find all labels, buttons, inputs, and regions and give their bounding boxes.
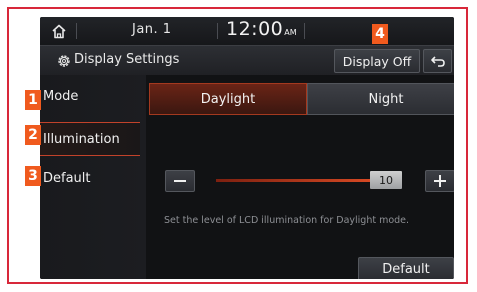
status-separator <box>217 23 218 39</box>
illumination-hint: Set the level of LCD illumination for Da… <box>164 215 410 226</box>
display-screen: Jan. 1 12:00AM Display Settings Display … <box>40 17 454 279</box>
default-button[interactable]: Default <box>358 257 454 279</box>
callout-badge-4: 4 <box>372 24 388 44</box>
menu-item-default[interactable]: Default <box>40 161 140 195</box>
illumination-slider-handle[interactable]: 10 <box>370 171 402 189</box>
minus-icon <box>174 180 186 182</box>
side-menu: Mode Illumination Default <box>40 75 146 279</box>
display-off-button[interactable]: Display Off <box>334 49 420 73</box>
callout-badge-3: 3 <box>25 166 41 186</box>
increase-button[interactable] <box>425 170 454 192</box>
decrease-button[interactable] <box>165 170 195 192</box>
menu-item-mode[interactable]: Mode <box>40 79 140 113</box>
title-bar: Display Settings Display Off <box>40 45 454 76</box>
main-panel: Daylight Night 10 Set the level of LCD i… <box>146 75 454 279</box>
gear-icon <box>58 55 70 67</box>
status-separator <box>304 23 305 39</box>
back-button[interactable] <box>423 49 452 73</box>
back-arrow-icon <box>430 56 445 67</box>
home-button[interactable] <box>46 21 72 41</box>
tab-daylight[interactable]: Daylight <box>149 83 307 115</box>
callout-badge-1: 1 <box>25 90 41 110</box>
callout-badge-2: 2 <box>25 125 41 145</box>
status-separator <box>76 23 77 39</box>
tab-night[interactable]: Night <box>307 83 454 115</box>
status-time: 12:00AM <box>226 18 297 40</box>
illumination-slider-fill <box>216 179 374 182</box>
status-date: Jan. 1 <box>132 22 172 37</box>
page-title: Display Settings <box>74 52 180 67</box>
status-bar: Jan. 1 12:00AM <box>40 17 454 45</box>
menu-item-illumination[interactable]: Illumination <box>40 122 140 156</box>
plus-icon <box>434 175 446 187</box>
home-icon <box>52 24 66 38</box>
status-ampm: AM <box>284 28 297 37</box>
status-time-value: 12:00 <box>226 18 284 40</box>
